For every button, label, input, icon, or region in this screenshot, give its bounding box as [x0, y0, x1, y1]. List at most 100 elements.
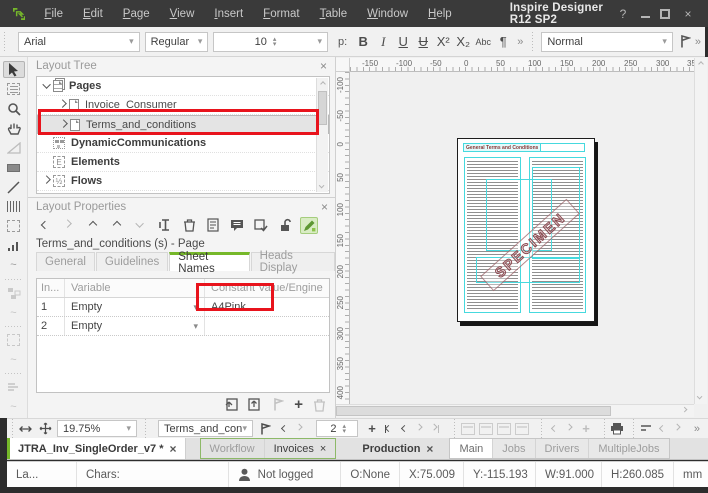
tree-item-flows[interactable]: ½ Flows — [37, 172, 329, 191]
paragraph-style-select[interactable]: Normal ▾ — [541, 32, 673, 52]
menu-edit[interactable]: Edit — [73, 8, 113, 20]
minimize-button[interactable] — [641, 10, 650, 18]
edit-mode-button[interactable] — [300, 217, 318, 234]
line-tool-button[interactable] — [3, 179, 25, 196]
single-page-view-icon[interactable] — [461, 423, 475, 435]
facing-pages-view-icon[interactable] — [479, 423, 493, 435]
menu-file[interactable]: File — [34, 8, 73, 20]
scroll-down-icon[interactable] — [317, 181, 328, 192]
scrollbar-thumb[interactable] — [336, 406, 611, 416]
import-icon[interactable] — [223, 398, 238, 411]
last-record-button[interactable] — [428, 421, 444, 437]
zoom-tool-button[interactable] — [3, 101, 25, 118]
variable-select[interactable]: Empty ▾ — [65, 317, 205, 335]
chart-tool-button[interactable] — [3, 238, 25, 255]
superscript-button[interactable]: X² — [433, 32, 453, 52]
tab-production[interactable]: Production × — [354, 438, 441, 459]
scroll-down-icon[interactable] — [695, 392, 707, 404]
page-select[interactable]: Terms_and_conc ▾ — [158, 420, 253, 437]
expander-closed-icon[interactable] — [43, 178, 53, 184]
tree-item-elements[interactable]: E Elements — [37, 153, 329, 172]
spinner-arrows-icon[interactable]: ▴▾ — [273, 37, 277, 47]
menu-help[interactable]: Help — [418, 8, 462, 20]
style-flag-icon[interactable] — [679, 35, 691, 48]
flag-icon[interactable] — [273, 398, 284, 411]
comment-button[interactable] — [228, 217, 246, 234]
page-number-stepper[interactable]: 2 ▴▾ — [316, 420, 358, 437]
close-window-button[interactable]: × — [680, 7, 696, 21]
move-down-button[interactable] — [132, 217, 150, 234]
menu-page[interactable]: Page — [113, 8, 160, 20]
back-button[interactable] — [36, 217, 54, 234]
menu-table[interactable]: Table — [310, 8, 358, 20]
select-tool-button[interactable] — [3, 61, 25, 78]
export-icon[interactable] — [248, 398, 263, 411]
tab-drivers[interactable]: Drivers — [536, 439, 590, 458]
scroll-up-icon[interactable] — [317, 78, 328, 89]
compare-lines-button[interactable] — [638, 421, 654, 437]
previous-record-button[interactable] — [396, 421, 412, 437]
constant-value-input[interactable]: A4Pink — [205, 298, 329, 316]
close-tab-icon[interactable]: × — [426, 442, 433, 456]
tab-general[interactable]: General — [36, 252, 95, 271]
thumbnail-view-icon[interactable] — [515, 423, 529, 435]
toolbar-overflow-icon[interactable]: » — [691, 36, 705, 48]
page-workspace[interactable]: General Terms and Conditions SPECIMEN — [350, 72, 694, 404]
canvas-vertical-scrollbar[interactable] — [694, 58, 707, 404]
subscript-button[interactable]: X₂ — [453, 32, 473, 52]
measure-tool-button[interactable] — [3, 140, 25, 157]
add-proof-button[interactable]: + — [578, 421, 594, 437]
flowchart-tool-button[interactable] — [3, 285, 25, 302]
help-button[interactable]: ? — [615, 7, 631, 21]
next-diff-button[interactable] — [670, 421, 686, 437]
font-size-stepper[interactable]: 10 ▴▾ ▾ — [213, 32, 328, 52]
close-icon[interactable]: × — [320, 59, 327, 73]
tree-item-pages[interactable]: Pages — [37, 77, 329, 96]
italic-button[interactable]: I — [373, 32, 393, 52]
pan-tool-button[interactable] — [3, 120, 25, 137]
close-icon[interactable]: × — [321, 200, 328, 214]
tab-main[interactable]: Main — [450, 439, 493, 458]
first-record-button[interactable] — [380, 421, 396, 437]
delete-button[interactable] — [180, 217, 198, 234]
print-preview-button[interactable] — [609, 421, 625, 437]
variable-select[interactable]: Empty ▾ — [65, 298, 205, 316]
lock-button[interactable] — [276, 217, 294, 234]
underline-button[interactable]: U — [393, 32, 413, 52]
tree-scrollbar[interactable] — [316, 78, 328, 192]
move-top-button[interactable] — [108, 217, 126, 234]
previous-diff-button[interactable] — [654, 421, 670, 437]
constant-value-input[interactable] — [205, 317, 329, 335]
tab-multiplejobs[interactable]: MultipleJobs — [589, 439, 668, 458]
text-select-tool-button[interactable] — [3, 81, 25, 98]
tab-invoices[interactable]: Invoices × — [265, 439, 336, 458]
maximize-button[interactable] — [660, 9, 670, 19]
menu-view[interactable]: View — [160, 8, 205, 20]
area-select-tool-button[interactable] — [3, 218, 25, 235]
next-page-button[interactable] — [292, 421, 308, 437]
tree-item-dynamic-communications[interactable]: DynamicCommunications — [37, 134, 329, 153]
tab-workflow[interactable]: Workflow — [201, 439, 265, 458]
group-tool-button[interactable] — [3, 332, 25, 349]
pan-view-button[interactable] — [37, 421, 53, 437]
next-proof-button[interactable] — [562, 421, 578, 437]
menu-format[interactable]: Format — [253, 8, 309, 20]
tab-workspace-file[interactable]: JTRA_Inv_SingleOrder_v7 * × — [10, 438, 186, 459]
scroll-up-icon[interactable] — [695, 58, 707, 70]
forward-button[interactable] — [60, 217, 78, 234]
toolbar-overflow-icon[interactable]: » — [513, 36, 527, 48]
document-page-preview[interactable]: General Terms and Conditions SPECIMEN — [457, 138, 595, 322]
continuous-view-icon[interactable] — [497, 423, 511, 435]
barcode-tool-button[interactable] — [3, 198, 25, 215]
caps-button[interactable]: Abc — [473, 32, 493, 52]
menu-window[interactable]: Window — [357, 8, 418, 20]
zoom-level-select[interactable]: 19.75% ▾ — [57, 420, 137, 437]
tab-heads-display[interactable]: Heads Display — [251, 252, 335, 271]
move-up-button[interactable] — [84, 217, 102, 234]
add-page-button[interactable]: + — [364, 421, 380, 437]
next-record-button[interactable] — [412, 421, 428, 437]
expander-closed-icon[interactable] — [59, 102, 69, 108]
menu-insert[interactable]: Insert — [204, 8, 253, 20]
font-family-select[interactable]: Arial ▾ — [18, 32, 140, 52]
strikethrough-button[interactable]: U — [413, 32, 433, 52]
